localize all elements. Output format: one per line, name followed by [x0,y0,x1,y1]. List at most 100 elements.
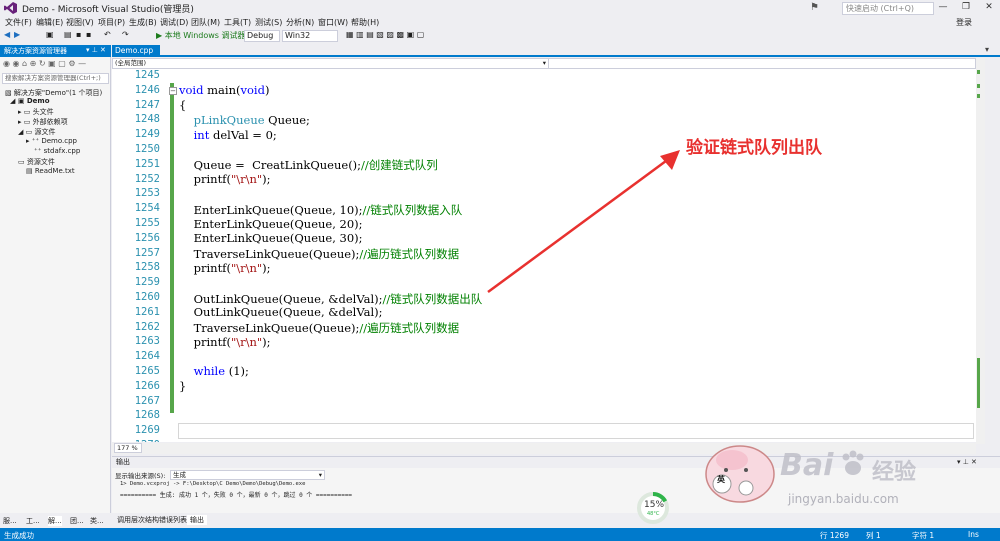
menu-test[interactable]: 测试(S) [255,17,282,28]
navigation-bar: (全局范围) ▾ [112,58,976,69]
code-line: while (1); [193,364,249,378]
solution-explorer: 解决方案资源管理器 ▾ ⊥ ✕ ◉ ◉ ⌂ ⊕ ↻ ▣ ▢ ⚙ — 搜索解决方案… [0,45,111,526]
config-select[interactable]: Debug [244,30,280,42]
menu-help[interactable]: 帮助(H) [351,17,379,28]
tab-team[interactable]: 团... [70,516,84,526]
new-project-icon[interactable]: ▣ [46,30,54,39]
code-line: TraverseLinkQueue(Queue);//遍历链式队列数据 [179,247,460,261]
forward-icon[interactable]: ▶ [14,30,20,39]
collapse-icon[interactable]: − [169,87,177,95]
menu-analyze[interactable]: 分析(N) [286,17,314,28]
code-line: EnterLinkQueue(Queue, 30); [179,231,363,245]
pin-icon[interactable]: ▾ ⊥ ✕ [86,46,106,54]
open-file-icon[interactable]: ▤ [64,30,72,39]
status-bar: 生成成功 行 1269 列 1 字符 1 Ins [0,528,1000,541]
zoom-select[interactable]: 177 % [114,443,142,453]
toolbar-extra-icon[interactable]: ▦ ▥ ▤ ▧ ▨ ▩ ▣ ▢ [346,30,424,39]
text-file-icon: ▤ [26,167,35,175]
line-number: 1270 [112,439,160,442]
title-bar: Demo - Microsoft Visual Studio(管理员) ⚑ 快速… [0,0,1000,16]
tree-external-deps[interactable]: ▸ ▭ 外部依赖项 [18,117,68,127]
menu-view[interactable]: 视图(V) [66,17,94,28]
start-debug-button[interactable]: ▶ 本地 Windows 调试器 [156,30,246,41]
menu-debug[interactable]: 调试(D) [160,17,188,28]
line-number: 1246 [134,83,160,96]
mascot-badge: 英 [717,475,725,484]
tab-output[interactable]: 输出 [187,515,207,525]
gauge-percent: 15% [644,500,665,510]
line-number: 1248 [134,113,160,126]
line-number: 1250 [134,143,160,155]
code-line: EnterLinkQueue(Queue, 10);//链式队列数据入队 [179,203,463,217]
menu-tools[interactable]: 工具(T) [224,17,251,28]
line-number: 1264 [134,350,160,363]
undo-icon[interactable]: ↶ [104,30,111,39]
tab-demo-cpp[interactable]: Demo.cpp ✕ [112,45,160,67]
close-button[interactable]: ✕ [978,0,1000,14]
vertical-scrollbar[interactable] [976,58,985,444]
solution-search-input[interactable]: 搜索解决方案资源管理器(Ctrl+;) [2,73,109,84]
tab-call-hierarchy[interactable]: 调用层次结构 [114,515,162,525]
code-line: printf("\r\n"); [179,172,271,186]
line-number: 1252 [134,172,160,185]
tab-class[interactable]: 类... [90,516,104,526]
scope-select[interactable]: (全局范围) ▾ [115,59,549,68]
code-line: pLinkQueue Queue; [193,113,310,127]
tab-toolbox[interactable]: 工... [26,516,40,526]
line-number: 1268 [134,409,160,422]
tab-dropdown-icon[interactable]: ▾ [985,45,989,54]
tree-header-files[interactable]: ▸ ▭ 头文件 [18,107,54,117]
line-number: 1265 [134,365,160,377]
platform-select[interactable]: Win32 [282,30,338,42]
line-number: 1254 [134,202,160,215]
login-link[interactable]: 登录 [956,17,972,28]
redo-icon[interactable]: ↷ [122,30,129,39]
minimize-button[interactable]: — [932,0,954,14]
line-number: 1262 [134,320,160,333]
line-number: 1259 [134,276,160,289]
tree-project[interactable]: ◢ ▣ Demo [10,97,50,105]
code-line: } [179,379,187,393]
menu-edit[interactable]: 编辑(E) [36,17,63,28]
tree-readme[interactable]: ▤ ReadMe.txt [26,167,75,175]
menu-file[interactable]: 文件(F) [5,17,32,28]
line-number: 1267 [134,394,160,407]
back-icon[interactable]: ◀ [4,30,10,39]
status-message: 生成成功 [4,531,34,540]
save-all-icon[interactable]: ▪ [86,30,91,39]
tree-source-files[interactable]: ◢ ▭ 源文件 [18,127,55,137]
save-icon[interactable]: ▪ [76,30,81,39]
folder-open-icon: ◢ ▭ [18,128,35,136]
folder-icon: ▸ ▭ [18,118,33,126]
cpp-file-icon: ⁺⁺ [34,147,44,155]
gauge-temp: 48°C [647,511,660,517]
maximize-button[interactable]: ❐ [955,0,977,14]
tree-stdafx-cpp[interactable]: ⁺⁺ stdafx.cpp [34,147,80,155]
feedback-flag-icon[interactable]: ⚑ [810,2,819,13]
tab-solution[interactable]: 解... [48,516,62,526]
tab-error-list[interactable]: 错误列表 [156,515,190,525]
status-line: 行 1269 [820,531,849,540]
code-line: int delVal = 0; [193,128,277,142]
chevron-down-icon: ▾ [542,59,546,67]
solution-toolbar-icons[interactable]: ◉ ◉ ⌂ ⊕ ↻ ▣ ▢ ⚙ — [3,59,86,68]
visual-studio-logo-icon [4,2,17,14]
project-icon: ◢ ▣ [10,97,27,105]
line-number: 1258 [134,261,160,274]
menu-project[interactable]: 项目(P) [98,17,125,28]
baidu-watermark: 英 Bai 经验 jingyan.baidu.com [700,430,960,520]
menu-build[interactable]: 生成(B) [129,17,157,28]
menu-bar: 文件(F) 编辑(E) 视图(V) 项目(P) 生成(B) 调试(D) 团队(M… [0,16,1000,29]
folder-icon: ▸ ▭ [18,108,33,116]
menu-team[interactable]: 团队(M) [191,17,220,28]
status-char: 字符 1 [912,531,935,540]
tree-demo-cpp[interactable]: ▸ ⁺⁺ Demo.cpp [26,137,77,145]
menu-window[interactable]: 窗口(W) [318,17,348,28]
quick-launch-input[interactable]: 快速启动 (Ctrl+Q) [842,2,934,15]
output-source-select[interactable]: 生成 ▾ [170,470,325,480]
tab-server[interactable]: 服... [3,516,17,526]
editor-tab-strip: Demo.cpp ✕ ▾ [112,45,1000,67]
toolbar: ◀ ▶ ▣ ▤ ▪ ▪ ↶ ↷ ▶ 本地 Windows 调试器 Debug W… [0,29,1000,43]
tree-resource-files[interactable]: ▭ 资源文件 [18,157,55,167]
solution-icon: ▧ [5,89,14,97]
